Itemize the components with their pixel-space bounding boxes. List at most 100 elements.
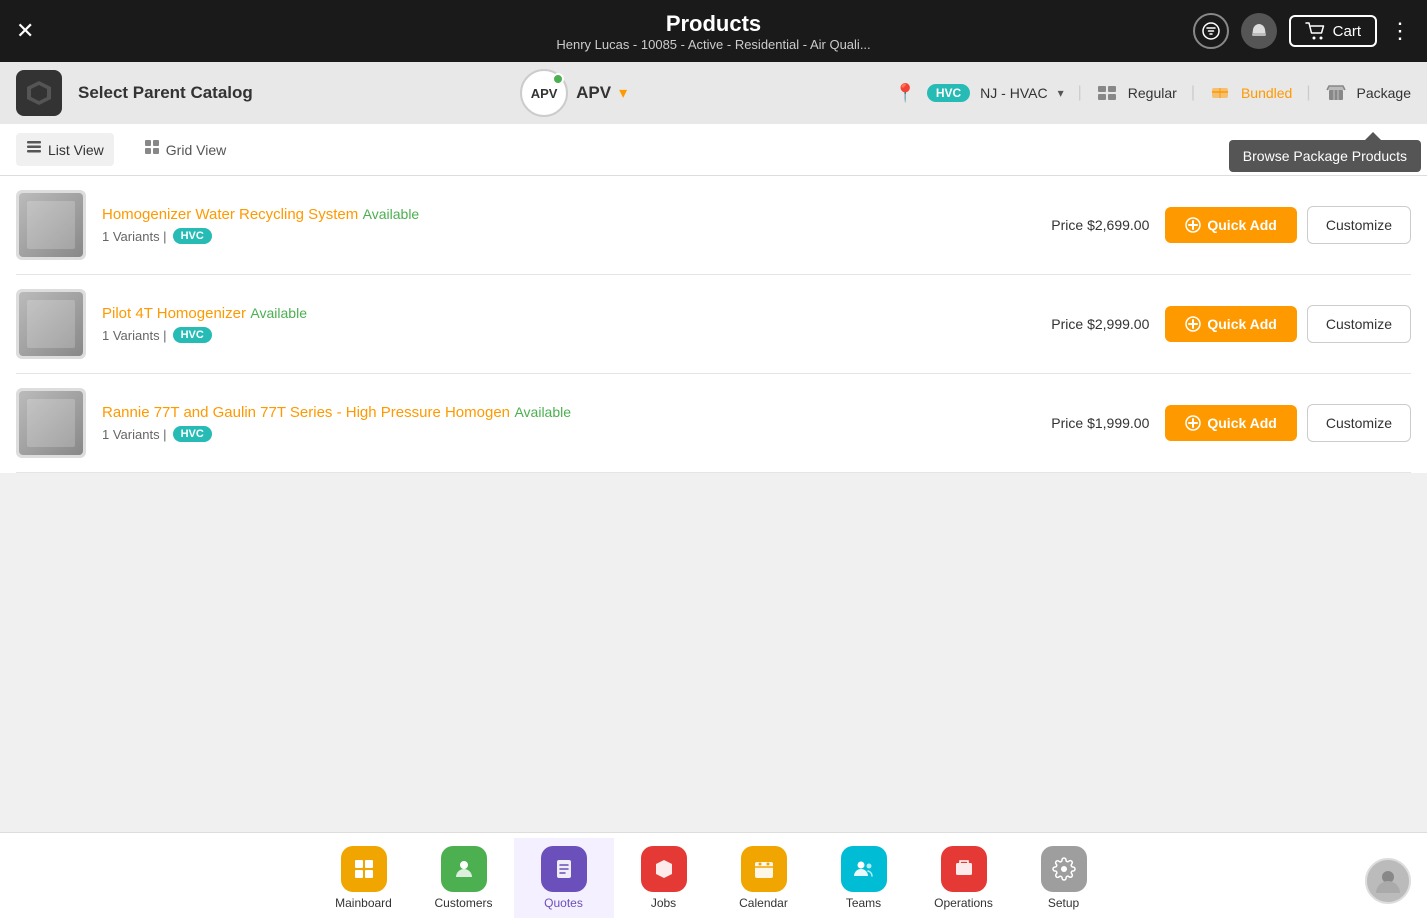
- list-view-label: List View: [48, 142, 104, 158]
- product-meta-1: 1 Variants | HVC: [102, 327, 1035, 343]
- apv-name-label: APV: [576, 83, 611, 103]
- product-variants-2: 1 Variants |: [102, 427, 167, 442]
- product-availability-0: Available: [363, 206, 420, 222]
- regular-icon: [1096, 82, 1118, 104]
- nav-icon-customers: [441, 846, 487, 892]
- list-view-toggle[interactable]: List View: [16, 133, 114, 166]
- location-icon: 📍: [894, 83, 916, 104]
- product-availability-2: Available: [514, 404, 571, 420]
- nav-icon-jobs: [641, 846, 687, 892]
- product-list: Homogenizer Water Recycling System Avail…: [0, 176, 1427, 473]
- product-image-0: [16, 190, 86, 260]
- product-meta-2: 1 Variants | HVC: [102, 426, 1035, 442]
- hvc-badge[interactable]: HVC: [927, 84, 970, 102]
- nav-icon-operations: [941, 846, 987, 892]
- nav-item-setup[interactable]: Setup: [1014, 838, 1114, 918]
- customize-button-0[interactable]: Customize: [1307, 206, 1411, 244]
- product-actions-0: Quick Add Customize: [1165, 206, 1411, 244]
- catalog-logo: [16, 70, 62, 116]
- nav-item-customers[interactable]: Customers: [414, 838, 514, 918]
- product-row: Homogenizer Water Recycling System Avail…: [16, 176, 1411, 275]
- view-bar: List View Grid View 🏷 Tag Filters i: [0, 124, 1427, 176]
- product-meta-0: 1 Variants | HVC: [102, 228, 1035, 244]
- bundled-icon: [1209, 82, 1231, 104]
- bundled-label[interactable]: Bundled: [1241, 85, 1292, 101]
- nav-label-customers: Customers: [434, 896, 492, 910]
- region-chevron[interactable]: ▾: [1058, 86, 1064, 100]
- apv-name-badge: APV: [531, 86, 558, 101]
- product-info-1: Pilot 4T Homogenizer Available 1 Variant…: [102, 305, 1035, 343]
- catalog-center: APV APV ▾: [269, 69, 879, 117]
- nav-label-mainboard: Mainboard: [335, 896, 392, 910]
- cart-button[interactable]: Cart: [1289, 15, 1377, 47]
- product-hvc-tag-2[interactable]: HVC: [173, 426, 212, 442]
- list-view-icon: [26, 139, 42, 160]
- nav-item-calendar[interactable]: Calendar: [714, 838, 814, 918]
- header-subtitle: Henry Lucas - 10085 - Active - Residenti…: [556, 37, 870, 52]
- header-bar: ✕ Products Henry Lucas - 10085 - Active …: [0, 0, 1427, 62]
- product-hvc-tag-0[interactable]: HVC: [173, 228, 212, 244]
- regular-label[interactable]: Regular: [1128, 85, 1177, 101]
- product-variants-1: 1 Variants |: [102, 328, 167, 343]
- quick-add-button-0[interactable]: Quick Add: [1165, 207, 1297, 243]
- apv-dropdown-arrow[interactable]: ▾: [619, 83, 627, 103]
- product-row: Rannie 77T and Gaulin 77T Series - High …: [16, 374, 1411, 473]
- close-button[interactable]: ✕: [16, 18, 34, 44]
- nav-label-calendar: Calendar: [739, 896, 788, 910]
- nav-icon-calendar: [741, 846, 787, 892]
- customize-button-2[interactable]: Customize: [1307, 404, 1411, 442]
- product-actions-1: Quick Add Customize: [1165, 305, 1411, 343]
- select-catalog-label: Select Parent Catalog: [78, 83, 253, 103]
- customize-button-1[interactable]: Customize: [1307, 305, 1411, 343]
- nav-item-mainboard[interactable]: Mainboard: [314, 838, 414, 918]
- more-button[interactable]: ⋮: [1389, 18, 1411, 44]
- nav-icon-setup: [1041, 846, 1087, 892]
- header-title-block: Products Henry Lucas - 10085 - Active - …: [556, 11, 870, 52]
- apv-badge[interactable]: APV: [520, 69, 568, 117]
- nav-item-quotes[interactable]: Quotes: [514, 838, 614, 918]
- nav-label-setup: Setup: [1048, 896, 1079, 910]
- product-info-0: Homogenizer Water Recycling System Avail…: [102, 206, 1035, 244]
- product-name-1[interactable]: Pilot 4T Homogenizer: [102, 305, 246, 322]
- nav-item-teams[interactable]: Teams: [814, 838, 914, 918]
- browse-package-tooltip: Browse Package Products: [1229, 140, 1421, 172]
- nav-icon-mainboard: [341, 846, 387, 892]
- nav-label-quotes: Quotes: [544, 896, 583, 910]
- check-dot: [552, 73, 564, 85]
- product-actions-2: Quick Add Customize: [1165, 404, 1411, 442]
- helmet-icon-button[interactable]: [1241, 13, 1277, 49]
- grid-view-label: Grid View: [166, 142, 226, 158]
- product-name-0[interactable]: Homogenizer Water Recycling System: [102, 206, 358, 223]
- product-hvc-tag-1[interactable]: HVC: [173, 327, 212, 343]
- catalog-bar: Select Parent Catalog APV APV ▾ 📍 HVC NJ…: [0, 62, 1427, 124]
- quick-add-button-2[interactable]: Quick Add: [1165, 405, 1297, 441]
- page-title: Products: [556, 11, 870, 37]
- nav-item-operations[interactable]: Operations: [914, 838, 1014, 918]
- nav-label-teams: Teams: [846, 896, 881, 910]
- region-label: NJ - HVAC: [980, 85, 1047, 101]
- product-image-1: [16, 289, 86, 359]
- grid-view-toggle[interactable]: Grid View: [134, 133, 236, 166]
- nav-icon-teams: [841, 846, 887, 892]
- filter-icon-button[interactable]: [1193, 13, 1229, 49]
- grid-view-icon: [144, 139, 160, 160]
- nav-label-operations: Operations: [934, 896, 993, 910]
- nav-label-jobs: Jobs: [651, 896, 676, 910]
- product-variants-0: 1 Variants |: [102, 229, 167, 244]
- package-icon: [1325, 82, 1347, 104]
- nav-icon-quotes: [541, 846, 587, 892]
- product-price-1: Price $2,999.00: [1051, 316, 1149, 332]
- product-availability-1: Available: [250, 305, 307, 321]
- package-label[interactable]: Package: [1357, 85, 1411, 101]
- catalog-right: 📍 HVC NJ - HVAC ▾ | Regular | Bundled | …: [894, 82, 1411, 104]
- nav-item-jobs[interactable]: Jobs: [614, 838, 714, 918]
- product-name-2[interactable]: Rannie 77T and Gaulin 77T Series - High …: [102, 404, 510, 421]
- bottom-nav: Mainboard Customers Quotes Jobs Calendar: [0, 832, 1427, 922]
- quick-add-button-1[interactable]: Quick Add: [1165, 306, 1297, 342]
- product-price-0: Price $2,699.00: [1051, 217, 1149, 233]
- header-right: Cart ⋮: [1193, 13, 1411, 49]
- user-avatar[interactable]: [1365, 858, 1411, 904]
- product-info-2: Rannie 77T and Gaulin 77T Series - High …: [102, 404, 1035, 442]
- product-row: Pilot 4T Homogenizer Available 1 Variant…: [16, 275, 1411, 374]
- product-price-2: Price $1,999.00: [1051, 415, 1149, 431]
